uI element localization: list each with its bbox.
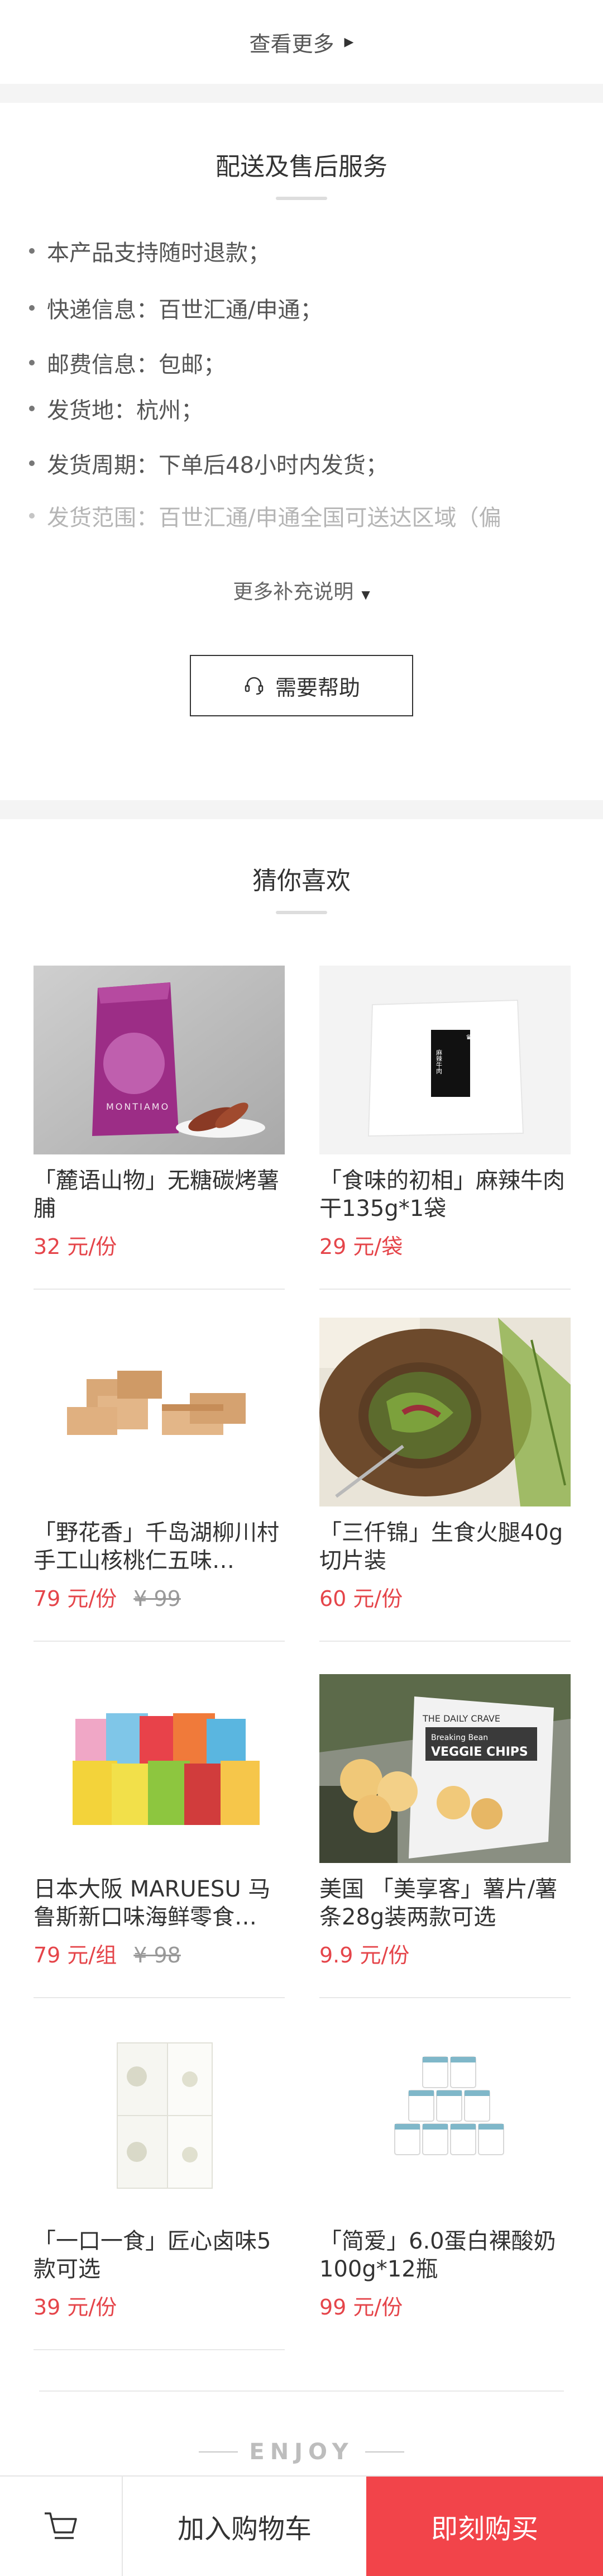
see-more-bar: 查看更多 ▶ xyxy=(0,0,603,84)
cart-button[interactable] xyxy=(0,2477,123,2576)
bullet-icon xyxy=(29,360,35,365)
recommend-section-title: 猜你喜欢 xyxy=(252,867,351,895)
section-gap xyxy=(0,84,603,103)
product-price: 39 元/份 xyxy=(34,2295,117,2320)
product-image: 麻辣牛肉 ♛ xyxy=(319,966,571,1154)
product-name: 美国 「美享客」薯片/薯条28g装两款可选 xyxy=(319,1876,558,1930)
svg-text:Breaking Bean: Breaking Bean xyxy=(431,1733,488,1742)
buy-now-label: 即刻购买 xyxy=(430,2513,538,2545)
title-underline xyxy=(276,911,327,914)
product-image xyxy=(34,1674,285,1863)
divider xyxy=(34,2349,285,2350)
service-item: 快递信息：百世汇通/申通； xyxy=(29,292,322,324)
bullet-icon xyxy=(29,513,35,519)
service-section-title: 配送及售后服务 xyxy=(216,153,387,181)
product-name: 「三仟锦」生食火腿40g切片装 xyxy=(319,1520,563,1574)
product-price: 79 元/组 ¥ 98 xyxy=(34,1943,181,1967)
product-price: 99 元/份 xyxy=(319,2295,403,2320)
dash-icon xyxy=(199,2451,238,2453)
enjoy-mark: ENJOY xyxy=(0,2439,603,2465)
service-item: 发货周期：下单后48小时内发货； xyxy=(29,447,388,479)
svg-text:VEGGIE CHIPS: VEGGIE CHIPS xyxy=(431,1745,528,1759)
bottom-action-bar: 加入购物车 即刻购买 xyxy=(0,2475,603,2576)
cart-icon xyxy=(45,2512,77,2539)
triangle-down-icon: ▼ xyxy=(361,588,370,601)
divider xyxy=(319,1997,571,1998)
product-image xyxy=(34,1318,285,1506)
product-price: 32 元/份 xyxy=(34,1234,117,1259)
add-to-cart-label: 加入购物车 xyxy=(177,2513,312,2545)
buy-now-button[interactable]: 即刻购买 xyxy=(366,2477,603,2576)
svg-text:MONTIAMO: MONTIAMO xyxy=(106,1101,170,1112)
headset-icon xyxy=(245,677,264,695)
see-more-button[interactable]: 查看更多 ▶ xyxy=(250,27,354,58)
more-explain-toggle[interactable]: 更多补充说明 ▼ xyxy=(0,576,603,605)
divider xyxy=(34,1641,285,1642)
bullet-icon xyxy=(29,305,35,311)
svg-text:♛: ♛ xyxy=(466,1033,472,1041)
bullet-icon xyxy=(29,248,35,254)
help-label: 需要帮助 xyxy=(275,675,360,700)
dash-icon xyxy=(365,2451,404,2453)
service-item: 发货地：杭州； xyxy=(29,392,203,425)
divider xyxy=(319,1641,571,1642)
enjoy-label: ENJOY xyxy=(249,2439,354,2465)
product-price: 9.9 元/份 xyxy=(319,1943,410,1967)
add-to-cart-button[interactable]: 加入购物车 xyxy=(123,2477,366,2576)
product-image xyxy=(34,2026,285,2215)
svg-text:麻辣牛肉: 麻辣牛肉 xyxy=(436,1049,443,1074)
product-name: 日本大阪 MARUESU 马鲁斯新口味海鲜零食… xyxy=(34,1876,271,1930)
product-price: 29 元/袋 xyxy=(319,1234,403,1259)
product-price: 79 元/份 ¥ 99 xyxy=(34,1586,181,1611)
triangle-right-icon: ▶ xyxy=(344,35,354,49)
help-button[interactable]: 需要帮助 xyxy=(190,655,413,716)
svg-text:THE DAILY CRAVE: THE DAILY CRAVE xyxy=(422,1713,500,1724)
product-name: 「麓语山物」无糖碳烤薯脯 xyxy=(34,1168,279,1222)
product-image: MONTIAMO xyxy=(34,966,285,1154)
bullet-icon xyxy=(29,406,35,411)
section-gap xyxy=(0,800,603,819)
divider xyxy=(39,2390,564,2392)
divider xyxy=(34,1289,285,1290)
product-image xyxy=(319,1318,571,1506)
service-item: 邮费信息：包邮； xyxy=(29,346,226,379)
divider xyxy=(319,1289,571,1290)
service-item: 发货范围：百世汇通/申通全国可送达区域（偏 xyxy=(29,500,501,532)
bullet-icon xyxy=(29,460,35,466)
title-underline xyxy=(276,197,327,200)
service-item: 本产品支持随时退款； xyxy=(29,235,270,267)
product-image xyxy=(319,2026,571,2215)
product-name: 「简爱」6.0蛋白裸酸奶100g*12瓶 xyxy=(319,2228,556,2282)
product-name: 「食味的初相」麻辣牛肉干135g*1袋 xyxy=(319,1168,565,1222)
product-name: 「一口一食」匠心卤味5款可选 xyxy=(34,2228,271,2282)
divider xyxy=(34,1997,285,1998)
product-name: 「野花香」千岛湖柳川村手工山核桃仁五味… xyxy=(34,1520,279,1574)
product-image: THE DAILY CRAVE Breaking Bean VEGGIE CHI… xyxy=(319,1674,571,1863)
more-explain-label: 更多补充说明 xyxy=(233,581,354,603)
product-price: 60 元/份 xyxy=(319,1586,403,1611)
see-more-label: 查看更多 xyxy=(249,31,334,56)
